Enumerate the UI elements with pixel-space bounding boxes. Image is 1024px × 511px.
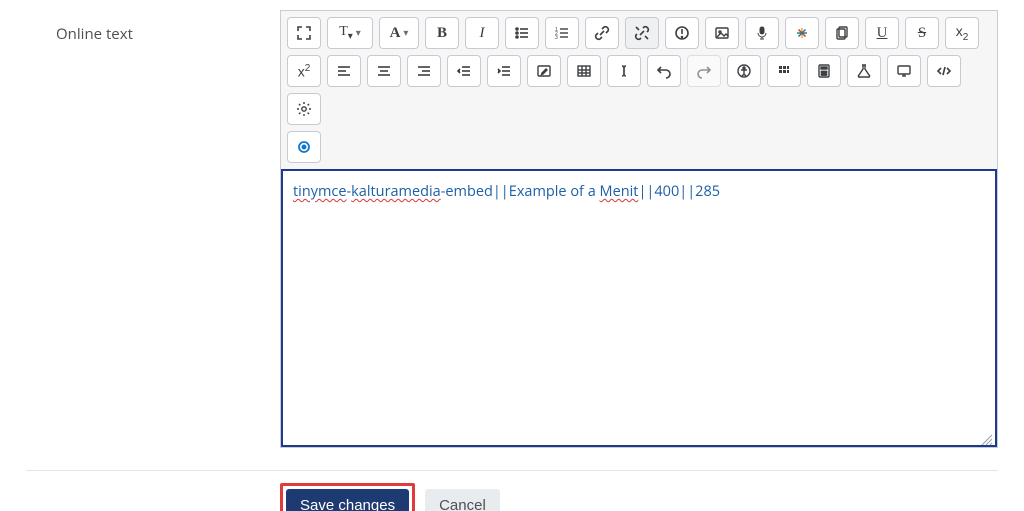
edit-button[interactable] <box>527 55 561 87</box>
underline-button[interactable]: U <box>865 17 899 49</box>
calculator-button[interactable] <box>807 55 841 87</box>
record-button[interactable] <box>287 131 321 163</box>
chevron-down-icon: ▾ <box>403 28 408 39</box>
editor-text-segment: ||400||285 <box>638 182 720 201</box>
outdent-button[interactable] <box>447 55 481 87</box>
sparkle-button[interactable] <box>785 17 819 49</box>
bullet-list-button[interactable] <box>505 17 539 49</box>
save-changes-button[interactable]: Save changes <box>286 489 409 511</box>
numbered-list-icon: 123 <box>554 25 570 41</box>
form-button-row: Save changes Cancel <box>0 471 1024 511</box>
editor-text-segment: Menit <box>600 182 639 201</box>
save-button-highlight: Save changes <box>280 483 415 511</box>
accessibility-button[interactable] <box>727 55 761 87</box>
redo-button[interactable] <box>687 55 721 87</box>
online-text-field: T▾ ▾ A ▾ B I <box>280 10 998 448</box>
editor-toolbar-row-2: x2 <box>281 55 997 131</box>
unlink-button[interactable] <box>625 17 659 49</box>
font-icon: A <box>390 25 401 42</box>
numbered-list-button[interactable]: 123 <box>545 17 579 49</box>
outdent-icon <box>456 63 472 79</box>
editor-text-segment: tinymce <box>293 182 347 201</box>
editor-toolbar-row-3 <box>281 131 997 169</box>
calculator-icon <box>816 63 832 79</box>
image-icon <box>714 25 730 41</box>
grid-button[interactable] <box>767 55 801 87</box>
resize-grip[interactable] <box>979 429 993 443</box>
svg-text:3: 3 <box>555 35 558 41</box>
cancel-button[interactable]: Cancel <box>425 489 500 511</box>
bullet-list-icon <box>514 25 530 41</box>
superscript-icon: x2 <box>298 63 311 80</box>
underline-icon: U <box>877 25 888 42</box>
edit-icon <box>536 63 552 79</box>
table-button[interactable] <box>567 55 601 87</box>
editor-text-segment: kalturamedia <box>351 182 441 201</box>
sparkle-icon <box>794 25 810 41</box>
nolink-icon <box>674 25 690 41</box>
align-left-icon <box>336 63 352 79</box>
undo-button[interactable] <box>647 55 681 87</box>
bold-button[interactable]: B <box>425 17 459 49</box>
microphone-button[interactable] <box>745 17 779 49</box>
align-right-button[interactable] <box>407 55 441 87</box>
mic-icon <box>754 25 770 41</box>
fullscreen-icon <box>296 25 312 41</box>
monitor-icon <box>896 63 912 79</box>
chevron-down-icon: ▾ <box>356 28 361 39</box>
superscript-button[interactable]: x2 <box>287 55 321 87</box>
link-button[interactable] <box>585 17 619 49</box>
flask-icon <box>856 63 872 79</box>
undo-icon <box>656 63 672 79</box>
online-text-row: Online text T▾ ▾ A <box>0 0 1024 448</box>
gear-icon <box>296 101 312 117</box>
record-icon <box>296 139 312 155</box>
indent-icon <box>496 63 512 79</box>
rich-text-editor: T▾ ▾ A ▾ B I <box>280 10 998 448</box>
align-center-icon <box>376 63 392 79</box>
italic-icon: I <box>480 25 485 42</box>
italic-button[interactable]: I <box>465 17 499 49</box>
code-button[interactable] <box>927 55 961 87</box>
gear-button[interactable] <box>287 93 321 125</box>
nolink-button[interactable] <box>665 17 699 49</box>
align-right-icon <box>416 63 432 79</box>
subscript-button[interactable]: x2 <box>945 17 979 49</box>
online-text-label: Online text <box>26 10 280 448</box>
font-style-dropdown[interactable]: A ▾ <box>379 17 419 49</box>
table-icon <box>576 63 592 79</box>
paragraph-icon: T▾ <box>339 24 353 42</box>
paragraph-style-dropdown[interactable]: T▾ ▾ <box>327 17 373 49</box>
editor-content-area[interactable]: tinymce-kalturamedia-embed||Example of a… <box>281 169 997 447</box>
files-icon <box>834 25 850 41</box>
text-cursor-icon <box>616 63 632 79</box>
align-left-button[interactable] <box>327 55 361 87</box>
accessibility-icon <box>736 63 752 79</box>
indent-button[interactable] <box>487 55 521 87</box>
redo-icon <box>696 63 712 79</box>
link-icon <box>594 25 610 41</box>
strikethrough-button[interactable]: S <box>905 17 939 49</box>
editor-text-segment: -embed||Example of a <box>441 182 600 201</box>
align-center-button[interactable] <box>367 55 401 87</box>
unlink-icon <box>634 25 650 41</box>
editor-content[interactable]: tinymce-kalturamedia-embed||Example of a… <box>283 171 995 213</box>
flask-button[interactable] <box>847 55 881 87</box>
files-button[interactable] <box>825 17 859 49</box>
bold-icon: B <box>437 25 447 42</box>
editor-toolbar-row-1: T▾ ▾ A ▾ B I <box>281 11 997 55</box>
code-icon <box>936 63 952 79</box>
strike-icon: S <box>918 25 926 42</box>
image-button[interactable] <box>705 17 739 49</box>
monitor-button[interactable] <box>887 55 921 87</box>
subscript-icon: x2 <box>956 23 969 43</box>
grid-icon <box>776 63 792 79</box>
text-cursor-button[interactable] <box>607 55 641 87</box>
fullscreen-button[interactable] <box>287 17 321 49</box>
